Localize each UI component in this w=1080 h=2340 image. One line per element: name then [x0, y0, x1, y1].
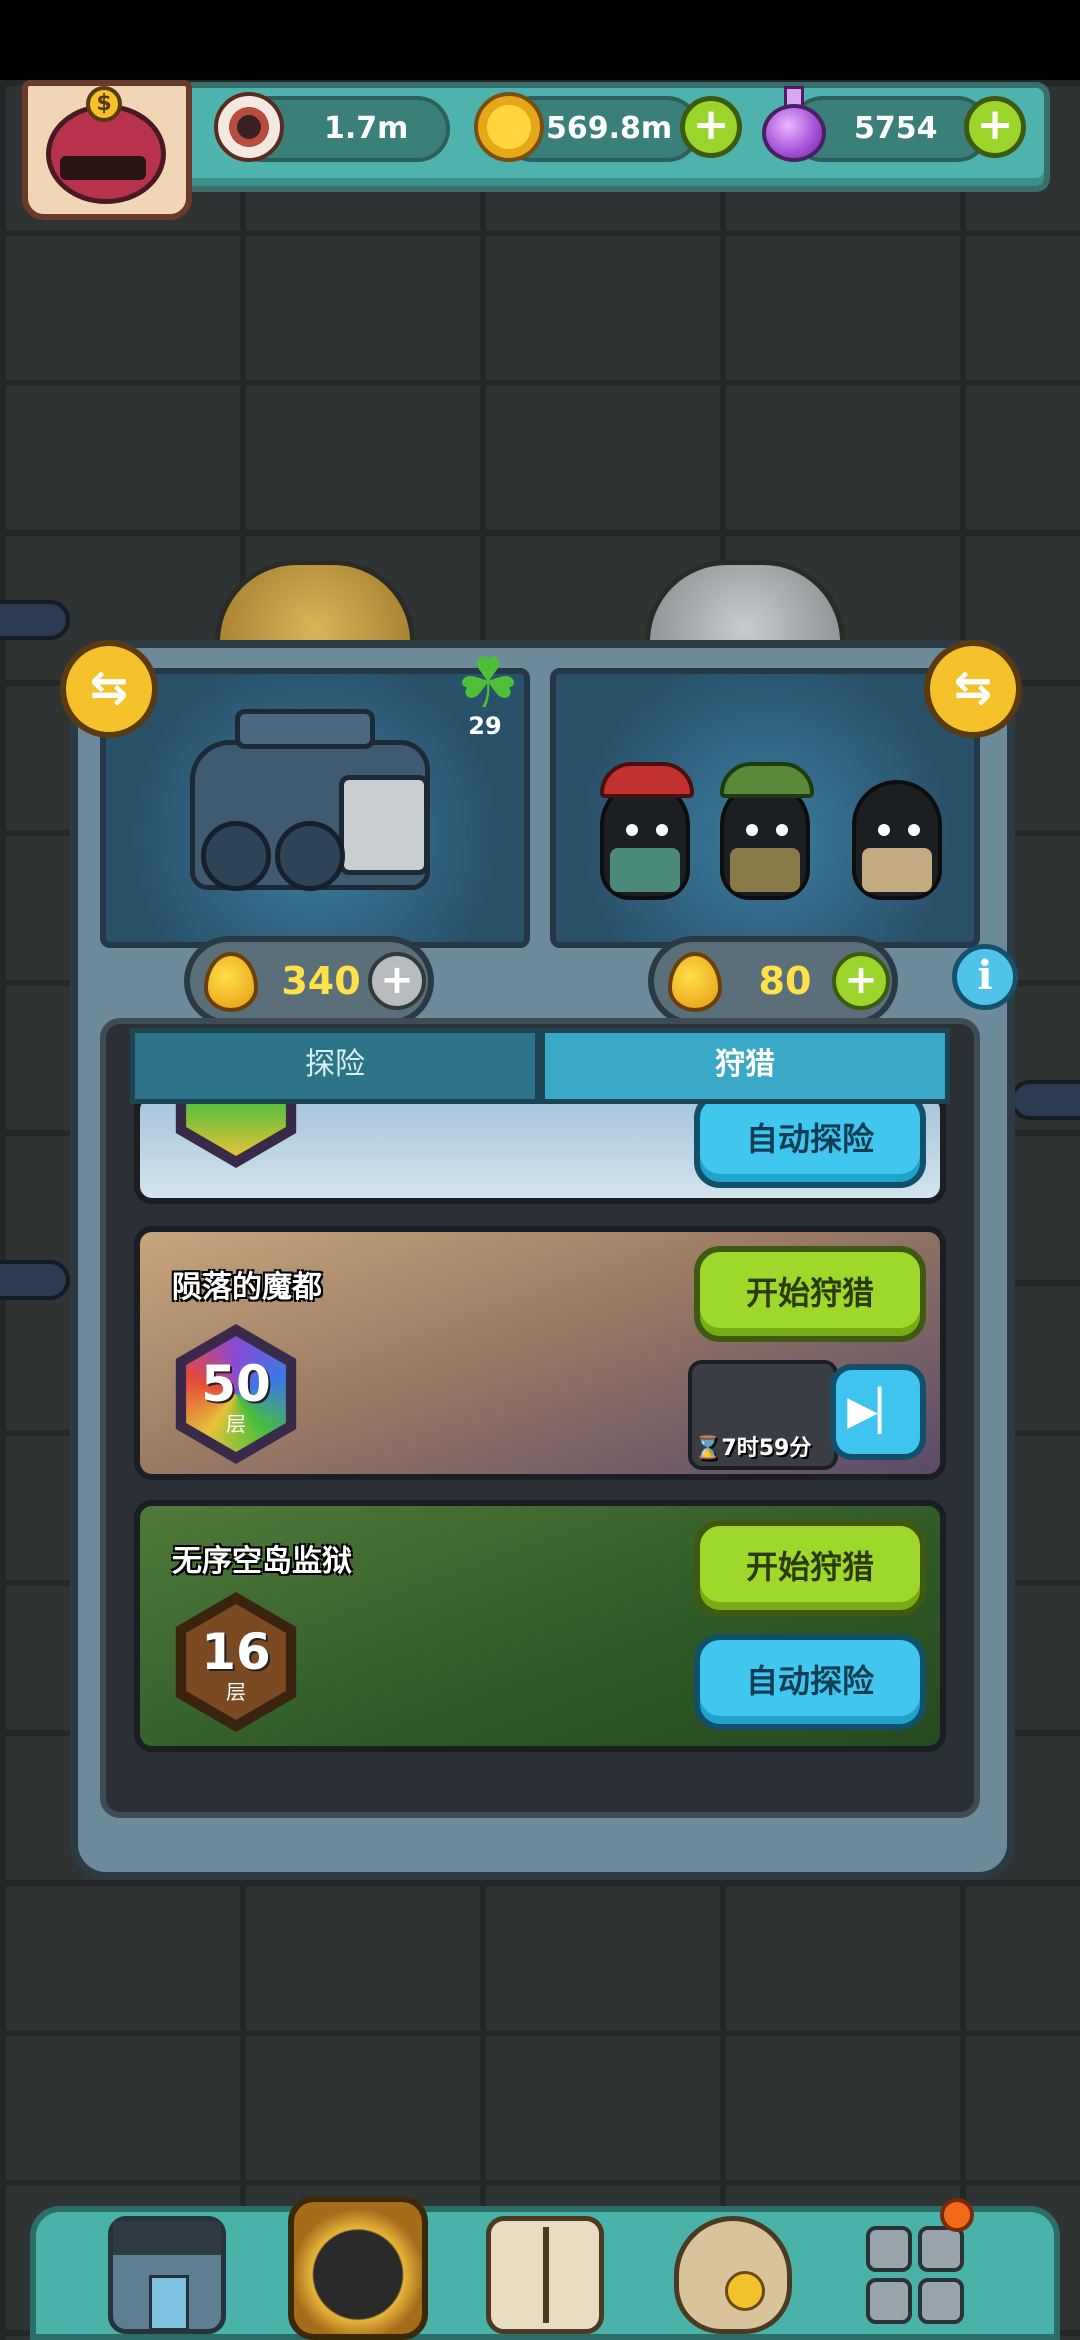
nav-hero-icon[interactable] [288, 2196, 428, 2340]
dungeon-card: 层 自动探险 [134, 1092, 946, 1204]
add-team-energy-button[interactable]: + [832, 952, 890, 1010]
clover-icon: ☘ [456, 642, 520, 724]
dungeon-name: 无序空岛监狱 [172, 1544, 352, 1579]
tank-turret [235, 709, 375, 749]
hero-pirate[interactable] [600, 762, 694, 900]
left-pipe [0, 600, 70, 640]
swap-vehicle-button[interactable]: ⇆ [60, 640, 158, 738]
notification-dot [940, 2198, 974, 2232]
level-number: 16 [201, 1623, 271, 1681]
hero-beetle[interactable] [720, 762, 814, 900]
start-hunt-button[interactable]: 开始狩猎 [694, 1520, 926, 1616]
left-lower-pipe [0, 1260, 70, 1300]
hunt-timer-value: 7时59分 [721, 1436, 812, 1461]
energy-drop-icon [204, 952, 258, 1012]
team-energy-value: 80 [758, 959, 812, 1003]
nav-book-icon[interactable] [486, 2216, 604, 2334]
level-number: 50 [201, 1355, 271, 1413]
eye-resource-value: 1.7m [324, 111, 409, 146]
add-coins-button[interactable]: + [680, 96, 742, 158]
swap-team-button[interactable]: ⇆ [924, 640, 1022, 738]
skip-hunt-button[interactable]: ▶▏ [830, 1364, 926, 1460]
hunt-timer: ⌛7时59分 [694, 1430, 844, 1462]
start-hunt-button[interactable]: 开始狩猎 [694, 1246, 926, 1342]
clover-count: 29 [468, 712, 502, 740]
potion-icon [762, 86, 826, 164]
red-cap-icon [600, 762, 694, 798]
right-pipe [1010, 1080, 1080, 1120]
dungeon-name: 陨落的魔都 [172, 1270, 322, 1305]
coin-resource-value: 569.8m [546, 111, 673, 146]
level-unit: 层 [226, 1680, 246, 1704]
level-unit: 层 [226, 1412, 246, 1436]
nav-shop-house-icon[interactable] [108, 2216, 226, 2334]
beetle-helmet-icon [720, 762, 814, 798]
vehicle-energy-value: 340 [281, 959, 361, 1003]
hourglass-icon: ⌛ [694, 1436, 722, 1461]
eyeball-icon [214, 92, 284, 162]
auto-explore-button[interactable]: 自动探险 [694, 1634, 926, 1730]
level-hex-badge: 50 层 [175, 1324, 297, 1464]
monster-mouth [60, 156, 146, 180]
tab-hunt[interactable]: 狩猎 [540, 1028, 950, 1104]
hero-armor [610, 848, 680, 892]
dungeon-card: 无序空岛监狱 16 层 开始狩猎 自动探险 [134, 1500, 946, 1752]
coin-icon [474, 92, 544, 162]
level-hex-badge: 16 层 [175, 1592, 297, 1732]
tank-vehicle[interactable] [190, 709, 430, 891]
tank-front-armor [339, 775, 429, 875]
team-energy-bar: 80 + [648, 936, 898, 1026]
hero-hooded[interactable] [852, 780, 942, 900]
vehicle-energy-bar: 340 + [184, 936, 434, 1026]
status-bar [0, 0, 1080, 80]
energy-drop-icon [668, 952, 722, 1012]
potion-resource-value: 5754 [854, 111, 938, 146]
add-potions-button[interactable]: + [964, 96, 1026, 158]
hero-armor [862, 848, 932, 892]
tab-explore[interactable]: 探险 [130, 1028, 540, 1104]
dollar-icon: $ [86, 86, 122, 122]
info-button[interactable]: i [952, 944, 1018, 1010]
auto-explore-button[interactable]: 自动探险 [694, 1098, 926, 1188]
tank-wheel [275, 821, 345, 891]
nav-coin-bag-icon[interactable] [674, 2216, 792, 2334]
add-vehicle-energy-button[interactable]: + [368, 952, 426, 1010]
hero-armor [730, 848, 800, 892]
tank-wheel [201, 821, 271, 891]
player-avatar-badge[interactable]: $ [22, 80, 192, 220]
nav-menu-grid-icon[interactable] [860, 2216, 978, 2334]
